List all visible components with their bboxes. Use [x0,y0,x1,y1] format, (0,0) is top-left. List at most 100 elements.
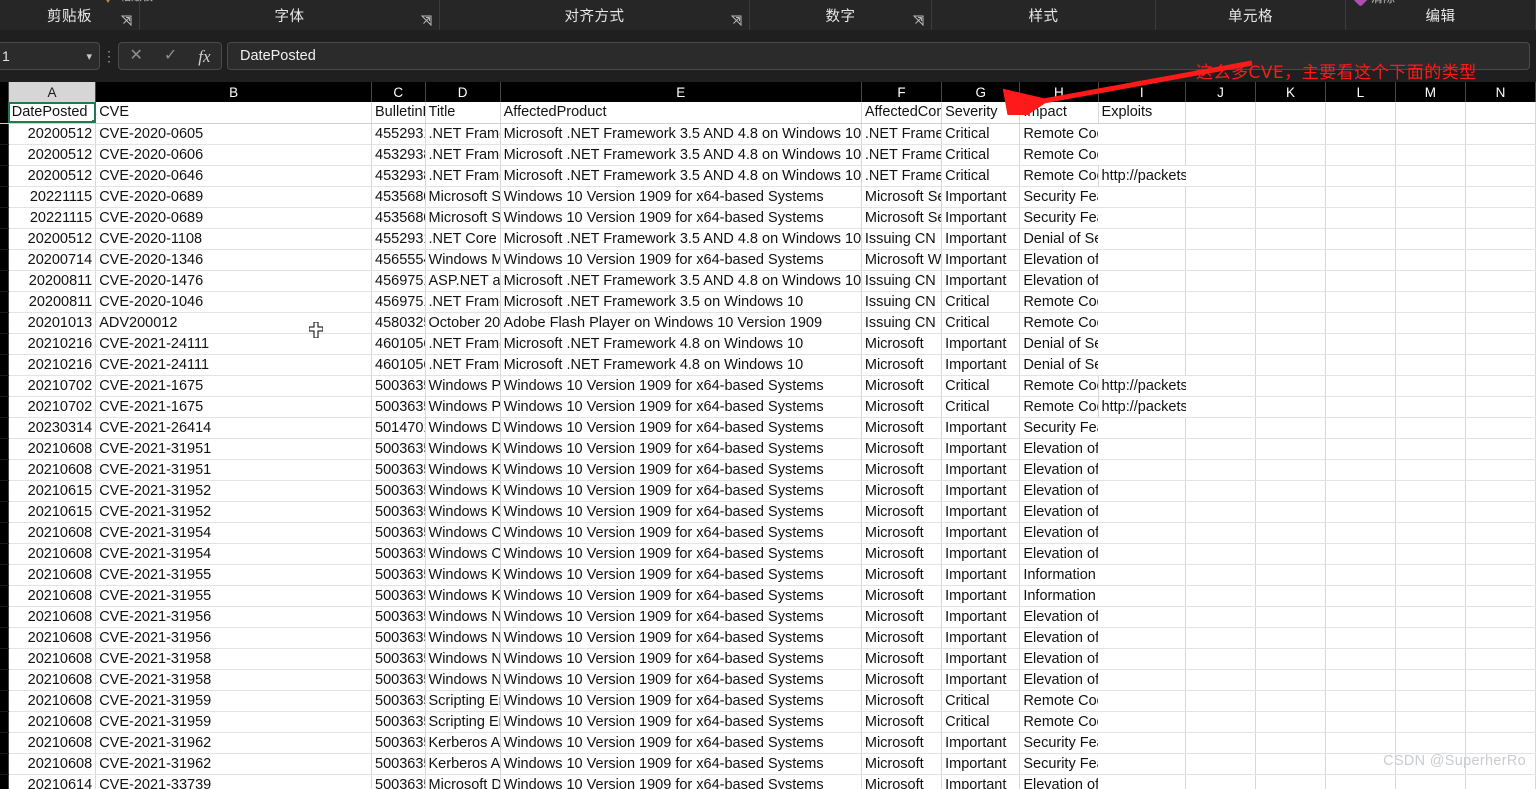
cell-I[interactable] [1098,417,1187,439]
cell-F[interactable]: Issuing CN [861,312,943,334]
cell-M[interactable] [1395,669,1466,691]
row-header[interactable] [0,501,9,523]
cell-F[interactable]: Microsoft [861,459,943,481]
cell-N[interactable] [1465,627,1536,649]
header-cell-C[interactable]: BulletinKB [371,102,426,124]
row-header[interactable] [0,291,9,313]
cell-D[interactable]: Windows DCOM Server [425,417,501,439]
cell-F[interactable]: Microsoft [861,564,943,586]
cell-A[interactable]: 20210608 [8,459,97,481]
cell-G[interactable]: Important [941,417,1021,439]
row-header[interactable] [0,585,9,607]
spreadsheet-grid[interactable]: ABCDEFGHIJKLMN DatePostedCVEBulletinKBTi… [0,82,1536,789]
cell-H[interactable]: Information Disclosure [1019,585,1099,607]
cell-A[interactable]: 20200714 [8,249,97,271]
cell-D[interactable]: .NET Core [425,228,501,250]
cell-J[interactable] [1185,543,1256,565]
cell-M[interactable] [1395,480,1466,502]
cell-G[interactable]: Important [941,774,1021,789]
cell-F[interactable]: Microsoft [861,669,943,691]
cell-A[interactable]: 20210608 [8,522,97,544]
cell-I[interactable] [1098,648,1187,670]
cell-L[interactable] [1325,228,1396,250]
cell-L[interactable] [1325,186,1396,208]
cell-M[interactable] [1395,228,1466,250]
cell-N[interactable] [1465,753,1536,775]
cell-F[interactable]: Microsoft [861,480,943,502]
cell-H[interactable]: Elevation of Privilege [1019,438,1099,460]
cell-A[interactable]: 20210608 [8,669,97,691]
cell-B[interactable]: CVE-2020-1476 [95,270,372,292]
cell-C[interactable]: 5003635 [371,585,426,607]
cell-E[interactable]: Windows 10 Version 1909 for x64-based Sy… [500,207,862,229]
header-cell-D[interactable]: Title [425,102,501,124]
cell-F[interactable]: Microsoft [861,501,943,523]
cell-J[interactable] [1185,522,1256,544]
cell-D[interactable]: Windows NTFS [425,606,501,628]
cell-N[interactable] [1465,165,1536,187]
cell-K[interactable] [1255,123,1326,145]
cell-A[interactable]: 20210608 [8,438,97,460]
cell-L[interactable] [1325,690,1396,712]
cell-E[interactable]: Windows 10 Version 1909 for x64-based Sy… [500,690,862,712]
cell-N[interactable] [1465,480,1536,502]
cell-B[interactable]: CVE-2021-24111 [95,333,372,355]
cell-C[interactable]: 5003635 [371,669,426,691]
cell-H[interactable]: Elevation of Privilege [1019,774,1099,789]
cell-I[interactable] [1098,690,1187,712]
cell-C[interactable]: 5003635 [371,732,426,754]
column-header-A[interactable]: A [8,82,97,102]
cell-K[interactable] [1255,354,1326,376]
cell-J[interactable] [1185,669,1256,691]
cell-I[interactable] [1098,249,1187,271]
cell-A[interactable]: 20210608 [8,690,97,712]
cell-K[interactable] [1255,144,1326,166]
cell-K[interactable] [1255,564,1326,586]
cell-N[interactable] [1465,690,1536,712]
cell-G[interactable]: Critical [941,375,1021,397]
cell-E[interactable]: Adobe Flash Player on Windows 10 Version… [500,312,862,334]
cell-J[interactable] [1185,459,1256,481]
column-header-J[interactable]: J [1185,82,1256,102]
cell-G[interactable]: Important [941,438,1021,460]
header-cell-A[interactable]: DatePosted [8,102,97,124]
cell-N[interactable] [1465,375,1536,397]
cell-N[interactable] [1465,291,1536,313]
cell-C[interactable]: 4569751 [371,270,426,292]
cell-C[interactable]: 4565554 [371,249,426,271]
cell-M[interactable] [1395,732,1466,754]
cell-G[interactable]: Critical [941,291,1021,313]
cell-C[interactable]: 5003635 [371,774,426,789]
cell-C[interactable]: 5003635 [371,396,426,418]
cell-M[interactable] [1395,375,1466,397]
chevron-down-icon[interactable]: ▾ [86,50,92,63]
cell-A[interactable]: 20221115 [8,207,97,229]
column-header-C[interactable]: C [371,82,426,102]
dialog-launcher-icon[interactable] [121,15,132,26]
cell-G[interactable]: Critical [941,123,1021,145]
cell-L[interactable] [1325,585,1396,607]
row-header[interactable] [0,774,9,789]
cell-N[interactable] [1465,249,1536,271]
cell-K[interactable] [1255,459,1326,481]
cell-F[interactable]: Microsoft [861,648,943,670]
cell-M[interactable] [1395,690,1466,712]
cell-J[interactable] [1185,627,1256,649]
cell-N[interactable] [1465,312,1536,334]
cell-A[interactable]: 20210608 [8,606,97,628]
cell-E[interactable]: Windows 10 Version 1909 for x64-based Sy… [500,711,862,733]
cell-A[interactable]: 20210608 [8,753,97,775]
cell-L[interactable] [1325,459,1396,481]
cell-D[interactable]: Windows NTFS [425,627,501,649]
row-header[interactable] [0,753,9,775]
cell-F[interactable]: Microsoft [861,690,943,712]
cell-K[interactable] [1255,753,1326,775]
cell-G[interactable]: Important [941,669,1021,691]
cell-L[interactable] [1325,165,1396,187]
cell-I[interactable] [1098,564,1187,586]
row-header[interactable] [0,354,9,376]
cell-D[interactable]: .NET Framework [425,144,501,166]
cell-K[interactable] [1255,627,1326,649]
cell-K[interactable] [1255,543,1326,565]
cell-H[interactable]: Remote Code Execution [1019,144,1099,166]
